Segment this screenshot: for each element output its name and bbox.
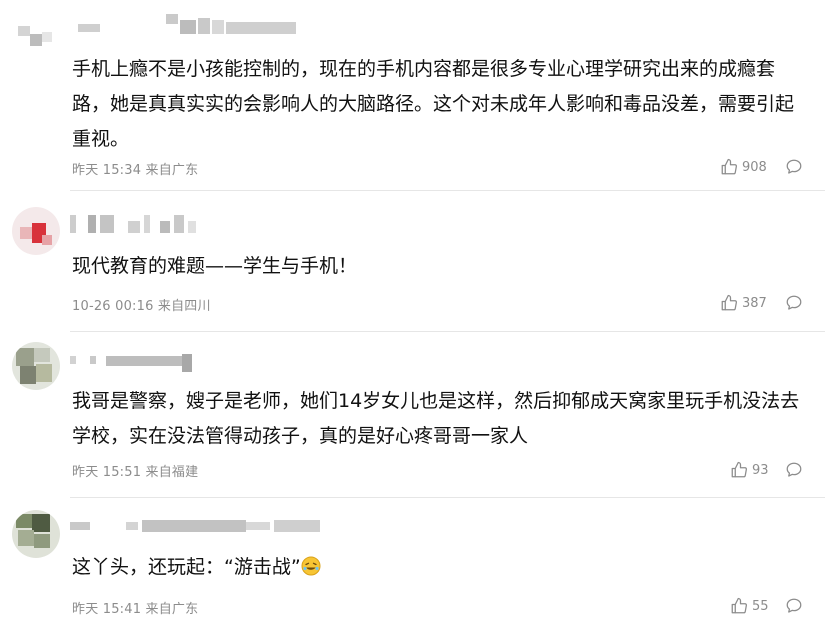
username-blurred[interactable] [70,211,210,235]
comment-text: 这丫头，还玩起：“游击战” [72,550,805,585]
thumbs-up-icon [721,158,738,175]
reply-button[interactable] [785,461,803,479]
comment-meta: 昨天 15:51 来自福建 [72,465,199,480]
comment-bubble-icon [786,295,802,310]
comment-text-content: 这丫头，还玩起：“游击战” [72,556,301,578]
thumbs-up-icon [721,294,738,311]
like-count: 908 [742,159,767,175]
comment-text: 现代教育的难题——学生与手机！ [72,255,358,277]
comment-meta: 10-26 00:16 来自四川 [72,299,211,314]
avatar[interactable] [12,342,60,390]
username-blurred[interactable] [70,350,210,374]
comment-item: 手机上瘾不是小孩能控制的，现在的手机内容都是很多专业心理学研究出来的成瘾套路，她… [0,0,825,190]
comment-item: 现代教育的难题——学生与手机！ 10-26 00:16 来自四川 387 [0,191,825,331]
like-count: 93 [752,462,769,478]
username-blurred[interactable] [70,516,330,540]
comment-bubble-icon [786,598,802,613]
like-button[interactable]: 387 [720,294,767,312]
comment-meta: 昨天 15:41 来自广东 [72,602,199,617]
thumbs-up-icon [731,597,748,614]
reply-button[interactable] [785,158,803,176]
avatar[interactable] [12,207,60,255]
laughing-emoji-icon [301,556,321,576]
comment-item: 我哥是警察，嫂子是老师，她们14岁女儿也是这样，然后抑郁成天窝家里玩手机没法去学… [0,332,825,497]
comment-bubble-icon [786,159,802,174]
like-count: 55 [752,598,769,614]
thumbs-up-icon [731,461,748,478]
like-button[interactable]: 55 [730,597,769,615]
comment-feed: 手机上瘾不是小孩能控制的，现在的手机内容都是很多专业心理学研究出来的成瘾套路，她… [0,0,825,633]
comment-text: 我哥是警察，嫂子是老师，她们14岁女儿也是这样，然后抑郁成天窝家里玩手机没法去学… [72,390,800,447]
like-button[interactable]: 93 [730,461,769,479]
avatar[interactable] [12,10,60,58]
comment-item: 这丫头，还玩起：“游击战” 昨天 15:41 来自广东 55 [0,498,825,633]
reply-button[interactable] [785,597,803,615]
avatar[interactable] [12,510,60,558]
comment-bubble-icon [786,462,802,477]
reply-button[interactable] [785,294,803,312]
like-count: 387 [742,295,767,311]
comment-meta: 昨天 15:34 来自广东 [72,163,199,178]
username-blurred[interactable] [70,14,310,38]
comment-text: 手机上瘾不是小孩能控制的，现在的手机内容都是很多专业心理学研究出来的成瘾套路，她… [72,58,795,150]
like-button[interactable]: 908 [720,158,767,176]
